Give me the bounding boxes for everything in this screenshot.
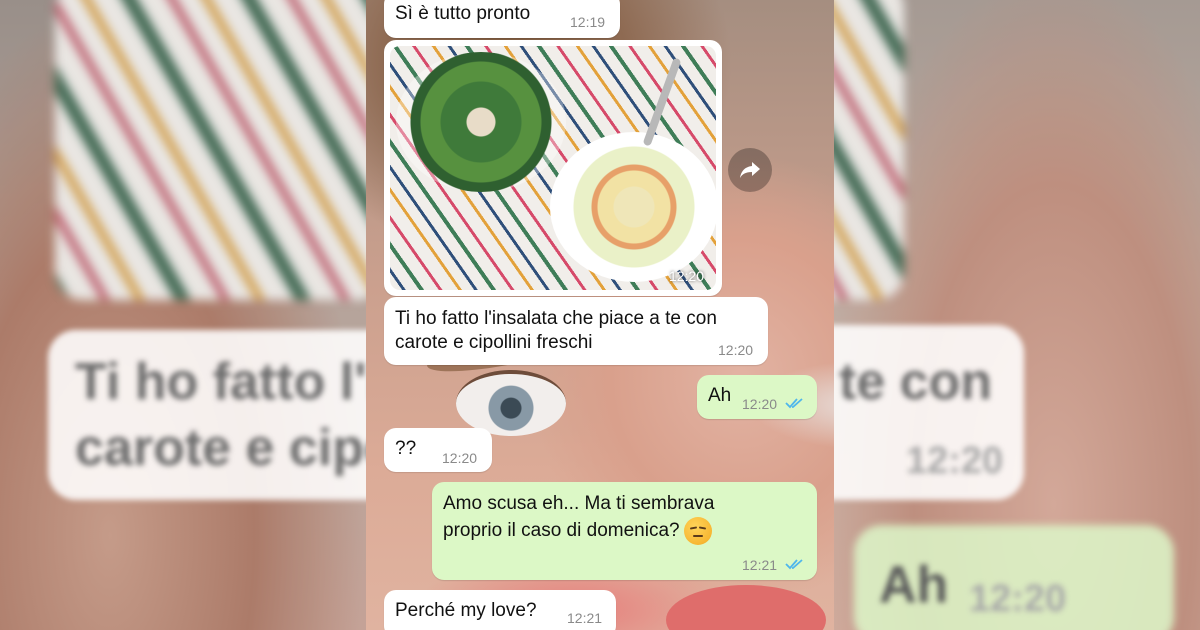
blurred-background-left: Ti ho fatto l'i carote e cipo xyxy=(0,0,366,630)
message-time: 12:20 xyxy=(442,450,478,466)
double-check-icon xyxy=(785,398,803,409)
message-incoming[interactable]: Perché my love? 12:21 xyxy=(384,590,616,630)
message-incoming[interactable]: Sì è tutto pronto 12:19 xyxy=(384,0,620,38)
blurred-text-left-1: Ti ho fatto l'i xyxy=(75,353,366,411)
message-time: 12:19 xyxy=(570,14,606,30)
face-eye xyxy=(456,370,566,436)
blurred-photo-left xyxy=(55,0,366,300)
face-lips xyxy=(666,585,826,630)
blurred-text-left-2: carote e cipo xyxy=(75,419,366,477)
message-text: ?? xyxy=(395,438,417,459)
double-check-icon xyxy=(785,559,803,570)
message-text-line2: proprio il caso di domenica? xyxy=(443,517,712,545)
message-image[interactable]: 12:20 xyxy=(384,40,722,296)
chat-screen: Sì è tutto pronto 12:19 12:20 Ti ho fatt… xyxy=(366,0,834,630)
message-outgoing[interactable]: Amo scusa eh... Ma ti sembrava proprio i… xyxy=(432,482,817,580)
salad-bowl-right xyxy=(550,132,716,282)
unamused-face-icon xyxy=(683,517,712,545)
message-time: 12:20 xyxy=(742,396,778,412)
message-incoming[interactable]: Ti ho fatto l'insalata che piace a te co… xyxy=(384,297,768,365)
blurred-time-right: 12:20 xyxy=(906,440,1004,482)
message-text: Ah xyxy=(708,385,732,406)
salad-bowl-left xyxy=(396,52,566,192)
blurred-text-right-1: te con xyxy=(839,353,993,411)
blurred-out-time: 12:20 xyxy=(969,578,1067,620)
message-text: Sì è tutto pronto xyxy=(395,3,531,24)
message-outgoing[interactable]: Ah 12:20 xyxy=(697,375,817,419)
spoon xyxy=(642,57,682,147)
message-time: 12:20 xyxy=(668,268,704,284)
blurred-photo-right xyxy=(834,0,904,300)
message-text-line2: carote e cipollini freschi xyxy=(395,332,593,353)
message-text-line2-words: proprio il caso di domenica? xyxy=(443,520,680,542)
forward-arrow-icon[interactable] xyxy=(728,148,772,192)
message-time: 12:21 xyxy=(742,557,778,573)
message-text: Perché my love? xyxy=(395,600,537,621)
message-text-line1: Amo scusa eh... Ma ti sembrava xyxy=(443,493,715,514)
message-time: 12:20 xyxy=(718,342,754,358)
blurred-out-text: Ah xyxy=(879,556,949,614)
salad-photo[interactable]: 12:20 xyxy=(390,46,716,290)
message-incoming[interactable]: ?? 12:20 xyxy=(384,428,492,472)
blurred-background-right: te con 12:20 Ah 12:20 xyxy=(834,0,1200,630)
message-time: 12:21 xyxy=(567,610,603,626)
